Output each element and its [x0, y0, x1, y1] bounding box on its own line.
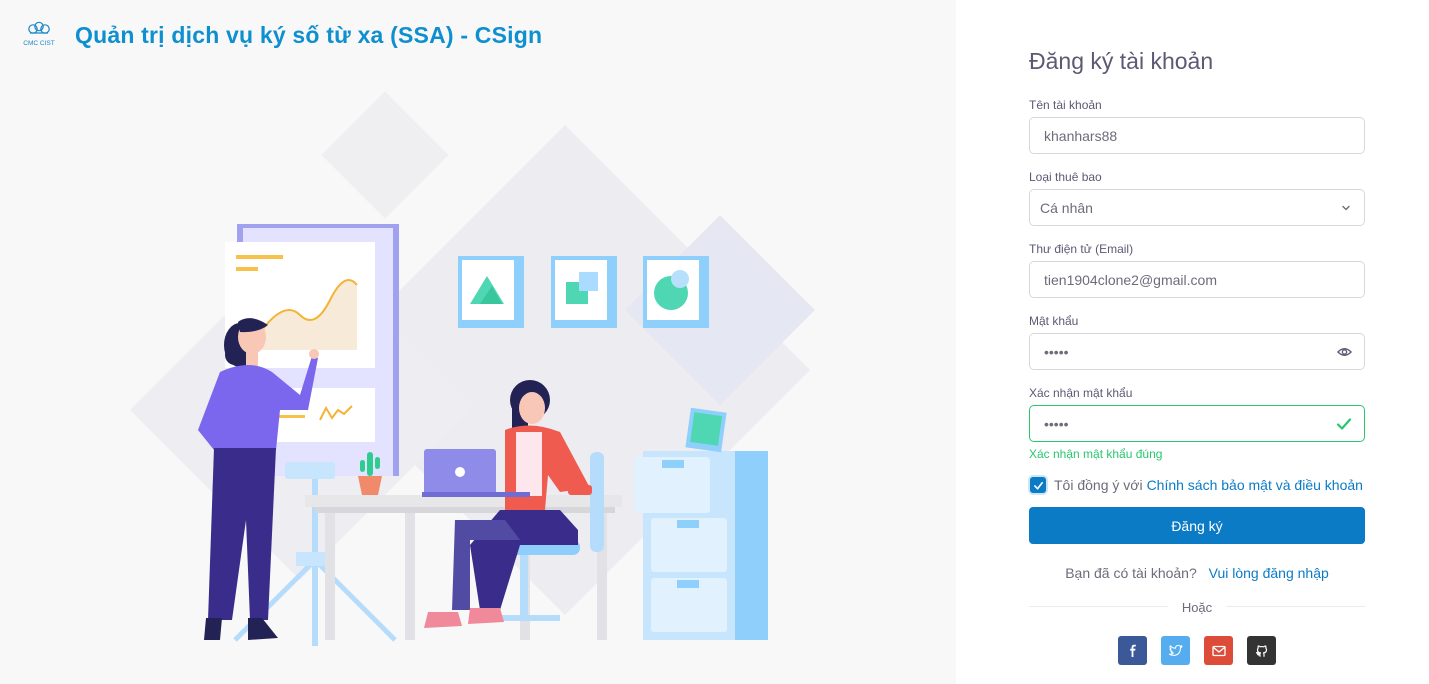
username-input[interactable]: khanhars88: [1029, 117, 1365, 154]
username-label: Tên tài khoản: [1029, 98, 1102, 112]
email-value: tien1904clone2@gmail.com: [1044, 271, 1217, 288]
subscription-select[interactable]: Cá nhân: [1029, 189, 1365, 226]
password-input[interactable]: •••••: [1029, 333, 1365, 370]
email-label: Thư điện tử (Email): [1029, 242, 1134, 256]
login-prompt: Bạn đã có tài khoản? Vui lòng đăng nhập: [1029, 565, 1365, 581]
divider-text: Hoặc: [1167, 600, 1227, 615]
subscription-field: Loại thuê bao Cá nhân: [1029, 170, 1365, 226]
confirm-password-valid-message: Xác nhận mật khẩu đúng: [1029, 447, 1163, 461]
confirm-password-field: Xác nhận mật khẩu ••••• Xác nhận mật khẩ…: [1029, 386, 1365, 461]
social-buttons: [1029, 636, 1365, 665]
eye-icon[interactable]: [1337, 344, 1352, 359]
password-field: Mật khẩu •••••: [1029, 314, 1365, 370]
twitter-button[interactable]: [1161, 636, 1190, 665]
chevron-down-icon: [1340, 202, 1352, 214]
register-button[interactable]: Đăng ký: [1029, 507, 1365, 544]
agree-row: Tôi đồng ý với Chính sách bảo mật và điề…: [1029, 477, 1365, 493]
register-panel: Đăng ký tài khoản Tên tài khoản khanhars…: [956, 0, 1429, 684]
login-prompt-text: Bạn đã có tài khoản?: [1065, 565, 1197, 581]
confirm-password-value: •••••: [1044, 415, 1069, 432]
password-label: Mật khẩu: [1029, 314, 1079, 328]
github-icon: [1255, 644, 1267, 657]
checkmark-icon: [1033, 481, 1043, 490]
agree-checkbox[interactable]: [1030, 477, 1046, 493]
email-field: Thư điện tử (Email) tien1904clone2@gmail…: [1029, 242, 1365, 298]
divider: Hoặc: [1029, 599, 1365, 615]
username-field: Tên tài khoản khanhars88: [1029, 98, 1365, 154]
subscription-label: Loại thuê bao: [1029, 170, 1102, 184]
github-button[interactable]: [1247, 636, 1276, 665]
login-link[interactable]: Vui lòng đăng nhập: [1209, 565, 1329, 581]
facebook-icon: [1129, 644, 1136, 657]
facebook-button[interactable]: [1118, 636, 1147, 665]
form-title: Đăng ký tài khoản: [1029, 48, 1214, 74]
username-value: khanhars88: [1044, 127, 1118, 144]
agree-text: Tôi đồng ý với: [1054, 477, 1143, 493]
confirm-password-label: Xác nhận mật khẩu: [1029, 386, 1133, 400]
privacy-policy-link[interactable]: Chính sách bảo mật và điều khoản: [1147, 477, 1363, 493]
google-mail-button[interactable]: [1204, 636, 1233, 665]
mail-icon: [1211, 645, 1226, 656]
email-input[interactable]: tien1904clone2@gmail.com: [1029, 261, 1365, 298]
check-icon: [1336, 416, 1352, 432]
subscription-value: Cá nhân: [1040, 199, 1093, 216]
password-value: •••••: [1044, 343, 1069, 360]
register-form: Đăng ký tài khoản Tên tài khoản khanhars…: [1029, 46, 1365, 665]
illustration-panel: CMC CIST Quản trị dịch vụ ký số từ xa (S…: [0, 0, 956, 684]
twitter-icon: [1168, 644, 1183, 656]
hero-illustration: [130, 91, 815, 646]
wall-frames: [458, 256, 709, 328]
confirm-password-input[interactable]: •••••: [1029, 405, 1365, 442]
register-page: CMC CIST Quản trị dịch vụ ký số từ xa (S…: [0, 0, 1429, 684]
